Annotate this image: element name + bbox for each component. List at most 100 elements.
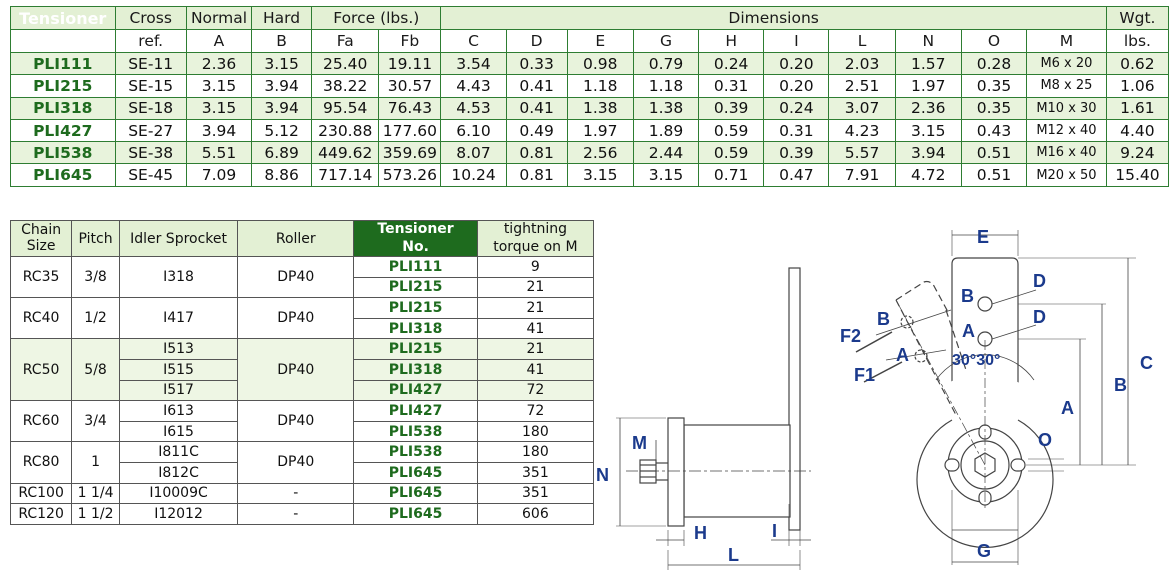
header-lbs: lbs. — [1105, 29, 1170, 53]
chain-size-cell: RC40 — [9, 297, 73, 340]
spec-cell: 0.20 — [763, 74, 830, 98]
spec-row: PLI427 SE-27 3.94 5.12 230.88 177.60 6.10 0.49 1… — [10, 118, 1170, 143]
selection-row: RC100 1 1/4 I10009C - PLI645 351 — [9, 482, 595, 505]
spec-cell: 0.35 — [960, 96, 1028, 120]
pitch-cell: 3/8 — [71, 255, 120, 299]
header-torque: tightning torque on M — [476, 220, 595, 257]
idler-sprocket-cell: I318 — [118, 255, 239, 299]
spec-cell: 1.38 — [566, 96, 634, 120]
spec-row: PLI318 SE-18 3.15 3.94 95.54 76.43 4.53 0.41 1.3… — [10, 96, 1170, 120]
spec-cell: SE-45 — [114, 163, 187, 187]
roller-cell: DP40 — [237, 400, 355, 443]
header-e: E — [566, 29, 634, 53]
spec-cell: 177.60 — [378, 118, 442, 143]
roller-cell: DP40 — [237, 297, 355, 340]
spec-cell: 0.31 — [698, 74, 765, 98]
spec-cell: 0.47 — [763, 163, 830, 187]
torque-cell: 21 — [476, 276, 595, 299]
spec-cell: 4.40 — [1105, 118, 1170, 143]
spec-cell: 0.31 — [763, 118, 830, 143]
torque-cell: 351 — [476, 482, 595, 505]
selection-table: Chain Size Pitch Idler Sprocket Roller Te… — [9, 220, 595, 525]
spec-cell: 1.89 — [632, 118, 700, 143]
header-c: C — [440, 29, 507, 53]
spec-cell: 30.57 — [378, 74, 442, 98]
spec-cell: 3.94 — [894, 141, 962, 165]
spec-cell: 3.15 — [566, 163, 634, 187]
tensioner-number-cell: PLI318 — [353, 317, 478, 340]
spec-cell: 2.56 — [566, 141, 634, 165]
header-roller: Roller — [237, 220, 355, 257]
spec-cell: 0.39 — [763, 141, 830, 165]
spec-cell: 3.54 — [440, 51, 507, 76]
selection-row: RC120 1 1/2 I12012- PLI645 606 — [9, 503, 595, 525]
spec-cell: 3.15 — [632, 163, 700, 187]
spec-cell: 4.53 — [440, 96, 507, 120]
spec-cell: 0.81 — [505, 163, 568, 187]
header-chain-size-line2: Size — [26, 237, 56, 254]
selection-row: RC35 3/8 I318 DP40 PLI111 9 — [9, 255, 595, 299]
header-o: O — [960, 29, 1028, 53]
header-torque-line1: tightning — [503, 221, 567, 238]
selection-row: RC80 1 I811C DP40 PLI538 180 — [9, 441, 595, 484]
spec-cell: 1.61 — [1105, 96, 1170, 120]
spec-cell: M8 x 25 — [1026, 74, 1107, 98]
spec-cell: 1.97 — [566, 118, 634, 143]
pitch-cell: 1/2 — [71, 297, 120, 340]
header-chain-size-line1: Chain — [21, 222, 62, 239]
label-h: H — [694, 523, 707, 543]
spec-cell: 8.86 — [251, 163, 313, 187]
header-n: N — [894, 29, 962, 53]
spec-cell: 3.94 — [251, 74, 313, 98]
chain-size-cell: RC80 — [9, 441, 73, 484]
label-angles: 30°30° — [952, 352, 1000, 369]
tensioner-number-cell: PLI538 — [353, 420, 478, 443]
tensioner-number-cell: PLI427 — [353, 400, 478, 422]
pitch-cell: 3/4 — [71, 400, 120, 443]
roller-cell: - — [237, 503, 355, 525]
label-f1: F1 — [854, 365, 875, 385]
header-normal: Normal — [185, 6, 253, 30]
header-l: L — [828, 29, 896, 53]
chain-size-cell: RC35 — [9, 255, 73, 299]
spec-cell: 3.94 — [185, 118, 253, 143]
spec-cell: 0.24 — [763, 96, 830, 120]
tensioner-number-cell: PLI427 — [353, 379, 478, 402]
spec-cell: 7.91 — [828, 163, 896, 187]
tensioner-number-cell: PLI215 — [10, 74, 116, 98]
roller-cell: DP40 — [237, 255, 355, 299]
idler-sprocket-cell: I811C — [118, 441, 239, 463]
spec-cell: 5.51 — [185, 141, 253, 165]
selection-row: RC50 5/8 I513 DP40 PLI215 21 — [9, 338, 595, 402]
label-f2: F2 — [840, 326, 861, 346]
pitch-cell: 5/8 — [71, 338, 120, 402]
front-view — [855, 230, 1136, 565]
header-fa: Fa — [311, 29, 380, 53]
spec-cell: 0.28 — [960, 51, 1028, 76]
label-b-rotated: B — [877, 309, 890, 329]
spec-cell: 6.10 — [440, 118, 507, 143]
tensioner-number-cell: PLI538 — [353, 441, 478, 463]
header-tensioner-line2: No. — [402, 238, 429, 255]
header-tensioner-line1: Tensioner — [377, 221, 454, 238]
spec-cell: 0.24 — [698, 51, 765, 76]
idler-sprocket-cell: I417 — [118, 297, 239, 340]
spec-cell: 19.11 — [378, 51, 442, 76]
spec-cell: 6.89 — [251, 141, 313, 165]
spec-cell: 3.15 — [251, 51, 313, 76]
spec-cell: 8.07 — [440, 141, 507, 165]
header-wgt: Wgt. — [1105, 6, 1170, 30]
header-tensioner-no: Tensioner No. — [353, 220, 478, 257]
tensioner-number-cell: PLI318 — [10, 96, 116, 120]
torque-cell: 9 — [476, 256, 595, 278]
spec-cell: 1.18 — [566, 74, 634, 98]
spec-cell: M12 x 40 — [1026, 118, 1107, 143]
header-g: G — [632, 29, 700, 53]
selection-header-row: Chain Size Pitch Idler Sprocket Roller Te… — [9, 220, 595, 257]
spec-cell: M20 x 50 — [1026, 163, 1107, 187]
spec-cell: 7.09 — [185, 163, 253, 187]
tensioner-spec-table: Tensioner Cross Normal Hard Force (lbs.)… — [10, 6, 1170, 187]
header-hard: Hard — [251, 6, 313, 30]
spec-row: PLI538 SE-38 5.51 6.89 449.62 359.69 8.07 0.81 2… — [10, 141, 1170, 165]
spec-cell: SE-27 — [114, 118, 187, 143]
